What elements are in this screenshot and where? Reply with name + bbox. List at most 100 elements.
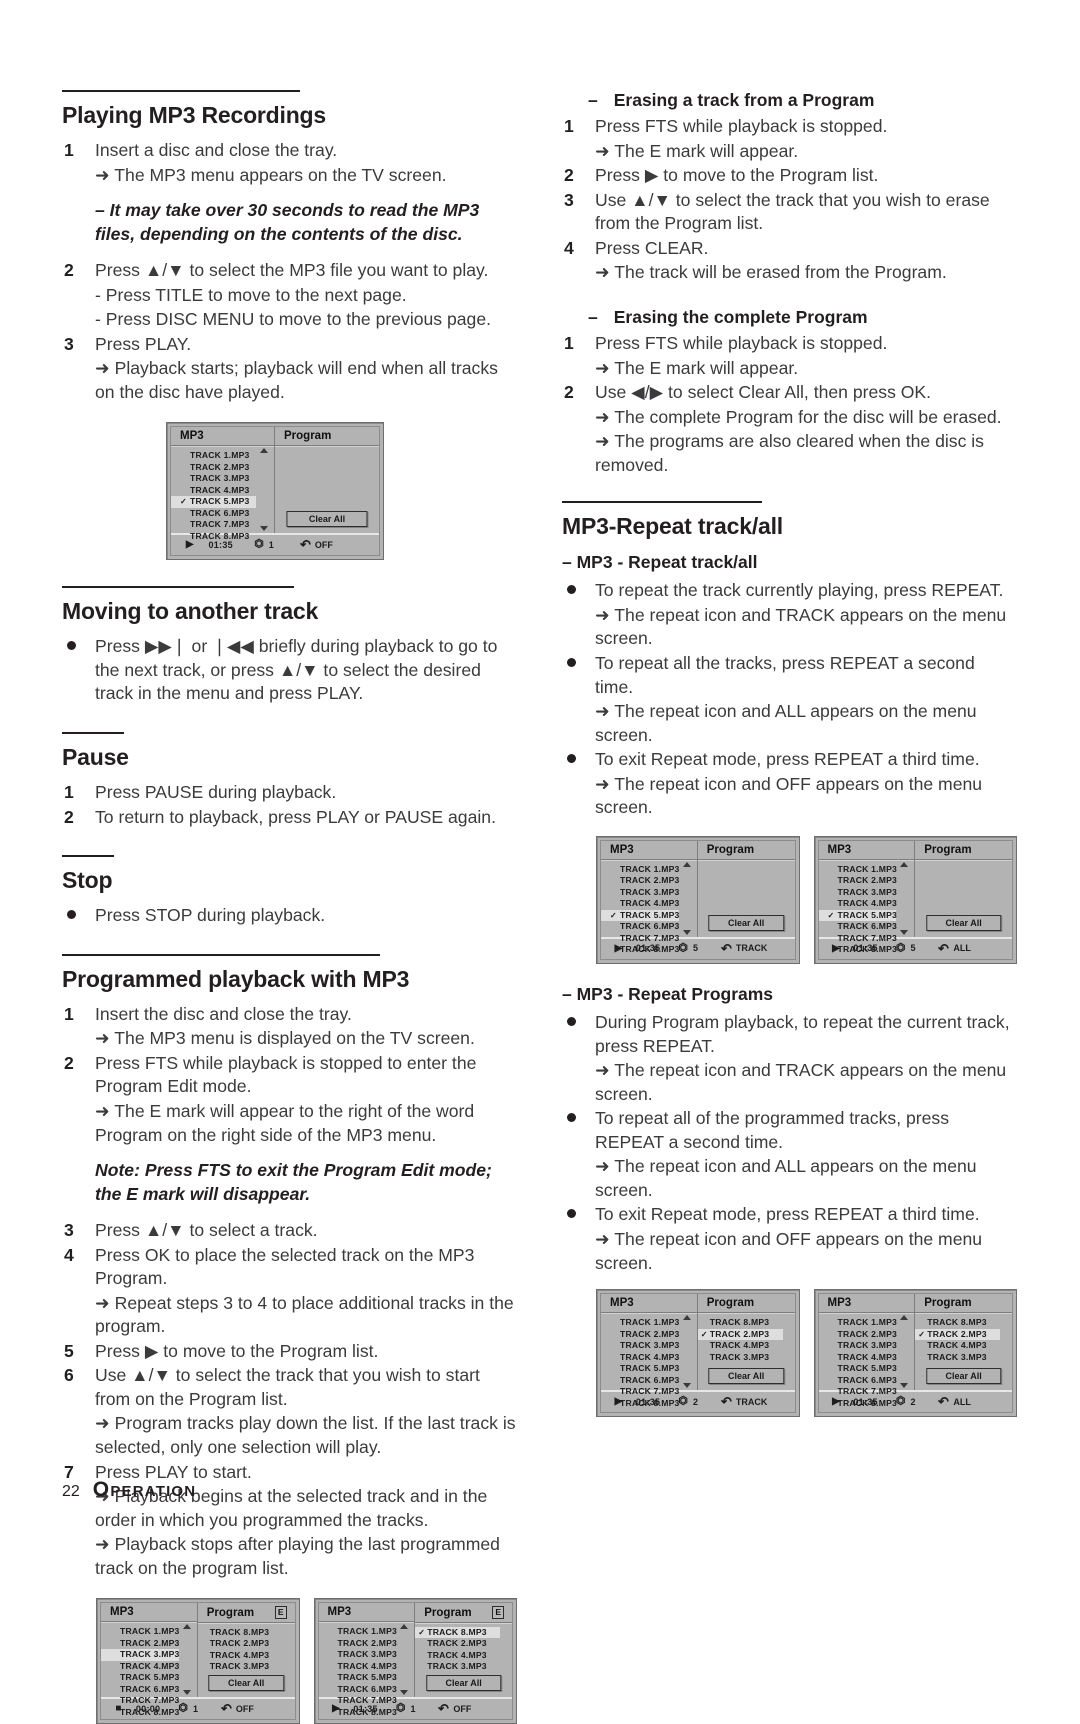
list-item[interactable]: TRACK 4.MP3 (698, 1340, 795, 1352)
track-label: TRACK 4.MP3 (927, 1340, 987, 1351)
scroll-up-icon[interactable] (682, 861, 691, 867)
list-item-detail: ➜ The repeat icon and ALL appears on the… (595, 1156, 977, 1200)
list-item[interactable]: TRACK 3.MP3 (915, 1352, 1012, 1364)
section-moving-to-another-track: Moving to another track (62, 586, 517, 633)
list-item[interactable]: TRACK 7.MP3 (171, 519, 274, 531)
checkmark-icon: ✓ (418, 1627, 426, 1637)
clear-all-button[interactable]: Clear All (708, 914, 784, 931)
list-item[interactable]: TRACK 8.MP3 (198, 1627, 295, 1639)
scrollbar[interactable] (682, 1315, 692, 1389)
list-item[interactable]: TRACK 4.MP3 (171, 485, 274, 497)
track-label: TRACK 5.MP3 (620, 909, 680, 920)
scrollbar[interactable] (260, 448, 269, 532)
scroll-up-icon[interactable] (682, 1315, 691, 1321)
list-item[interactable]: TRACK 7.MP3 (101, 1695, 197, 1707)
scroll-down-icon[interactable] (900, 929, 909, 935)
track-label: TRACK 2.MP3 (837, 875, 897, 886)
track-label: TRACK 6.MP3 (620, 1374, 680, 1385)
scroll-down-icon[interactable] (182, 1690, 191, 1696)
list-item[interactable]: TRACK 3.MP3 (698, 1352, 795, 1364)
list-item-selected[interactable]: ✓ TRACK 2.MP3 (697, 1328, 783, 1341)
clear-all-button[interactable]: Clear All (708, 1368, 784, 1385)
scroll-down-icon[interactable] (682, 929, 691, 935)
list-item[interactable]: TRACK 8.MP3 (915, 1317, 1012, 1329)
list-item[interactable]: TRACK 4.MP3 (198, 1650, 295, 1662)
list-item: 1 Press PAUSE during playback. (62, 781, 517, 805)
clear-all-button[interactable]: Clear All (208, 1675, 284, 1692)
track-label: TRACK 3.MP3 (190, 473, 250, 484)
scrollbar[interactable] (400, 1624, 409, 1696)
track-label: TRACK 8.MP3 (927, 1317, 987, 1328)
step-number: 2 (64, 1052, 74, 1073)
clear-all-button[interactable]: Clear All (925, 1368, 1002, 1385)
list-item[interactable]: TRACK 8.MP3 (319, 1707, 415, 1719)
clear-all-button[interactable]: Clear All (925, 914, 1002, 931)
repeat-icon: ↷ (720, 940, 732, 956)
section-heading: Stop (62, 867, 113, 894)
scroll-down-icon[interactable] (400, 1690, 409, 1696)
scroll-up-icon[interactable] (260, 448, 268, 454)
clear-all-button[interactable]: Clear All (425, 1675, 502, 1692)
list-item[interactable]: TRACK 1.MP3 (171, 450, 274, 462)
scroll-up-icon[interactable] (900, 1315, 909, 1321)
track-label: TRACK 5.MP3 (190, 496, 250, 507)
scroll-down-icon[interactable] (682, 1383, 691, 1389)
step-text: Use ▲/▼ to select the track that you wis… (595, 189, 990, 234)
list-item[interactable]: TRACK 3.MP3 (198, 1661, 295, 1673)
list-item-detail: ➜ The E mark will appear. (595, 357, 799, 378)
list-item-selected[interactable]: ✓ TRACK 5.MP3 (171, 496, 256, 508)
list-item[interactable]: TRACK 3.MP3 (415, 1661, 512, 1673)
list-item[interactable]: TRACK 6.MP3 (171, 508, 274, 520)
track-label: TRACK 2.MP3 (620, 1328, 680, 1339)
step-text: Press ▲/▼ to select a track. (95, 1219, 318, 1240)
list-item[interactable]: TRACK 2.MP3 (415, 1638, 512, 1650)
list-item[interactable]: TRACK 2.MP3 (198, 1638, 295, 1650)
track-label: TRACK 2.MP3 (620, 875, 680, 886)
scroll-up-icon[interactable] (182, 1624, 191, 1630)
list-item[interactable]: TRACK 8.MP3 (171, 531, 274, 543)
list-item[interactable]: TRACK 8.MP3 (698, 1317, 795, 1329)
scroll-down-icon[interactable] (900, 1383, 909, 1389)
track-label: TRACK 1.MP3 (620, 1317, 680, 1328)
osd-pane-title-text: Program (924, 1297, 972, 1310)
list-item[interactable]: TRACK 7.MP3 (319, 1695, 415, 1707)
osd-pane-title: Program (915, 1294, 1012, 1314)
track-label: TRACK 4.MP3 (190, 484, 250, 495)
scrollbar[interactable] (182, 1624, 192, 1696)
heading-rule (62, 855, 114, 858)
list-item[interactable]: TRACK 8.MP3 (601, 944, 697, 956)
step-number: 1 (564, 116, 574, 136)
scroll-up-icon[interactable] (400, 1624, 409, 1630)
scrollbar[interactable] (900, 861, 909, 935)
checkmark-icon: ✓ (610, 910, 617, 920)
step-text: Press FTS while playback is stopped to e… (95, 1052, 477, 1097)
list-item[interactable]: TRACK 8.MP3 (601, 1398, 697, 1410)
step-text: To exit Repeat mode, press REPEAT a thir… (595, 749, 980, 770)
track-label: TRACK 7.MP3 (190, 519, 250, 530)
clear-all-button[interactable]: Clear All (286, 511, 368, 528)
list-item-selected[interactable]: ✓ TRACK 2.MP3 (915, 1328, 1000, 1341)
list-item-selected[interactable]: ✓ TRACK 5.MP3 (818, 909, 897, 922)
track-label: TRACK 8.MP3 (190, 530, 250, 541)
list-item[interactable]: TRACK 2.MP3 (171, 462, 274, 474)
list-item[interactable]: TRACK 4.MP3 (915, 1340, 1012, 1352)
list-item[interactable]: TRACK 4.MP3 (415, 1650, 512, 1662)
list-item-selected[interactable]: ✓ TRACK 5.MP3 (601, 909, 680, 922)
track-label: TRACK 6.MP3 (837, 1374, 897, 1385)
list-item-selected[interactable]: TRACK 3.MP3 (101, 1649, 179, 1661)
repeat-indicator: ↷ OFF (300, 537, 379, 552)
scroll-up-icon[interactable] (900, 861, 909, 867)
list-item[interactable]: TRACK 8.MP3 (101, 1707, 197, 1719)
list-item-selected[interactable]: ✓ TRACK 8.MP3 (415, 1626, 500, 1639)
track-label: TRACK 6.MP3 (337, 1683, 397, 1694)
list-item[interactable]: TRACK 3.MP3 (171, 473, 274, 485)
list-item: 3 Press PLAY. (62, 333, 517, 357)
track-label: TRACK 4.MP3 (620, 1351, 680, 1362)
scrollbar[interactable] (682, 861, 692, 935)
list-item[interactable]: TRACK 8.MP3 (819, 944, 915, 956)
list-item[interactable]: TRACK 8.MP3 (819, 1398, 915, 1410)
scrollbar[interactable] (900, 1315, 909, 1389)
scroll-down-icon[interactable] (260, 526, 268, 532)
list-item-detail: ➜ Repeat steps 3 to 4 to place additiona… (95, 1292, 514, 1337)
bullet-icon (567, 658, 576, 667)
